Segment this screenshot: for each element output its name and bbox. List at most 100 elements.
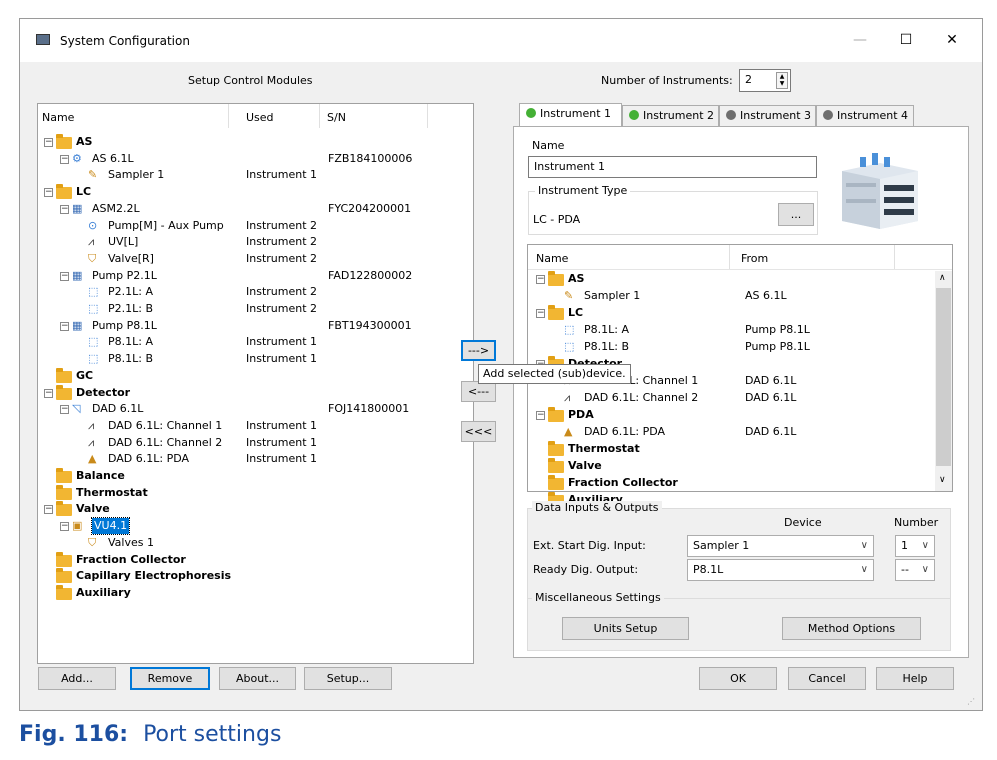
collapse-toggle-icon[interactable]: − [60, 271, 69, 281]
tree-row[interactable]: ⛉ Valves 1 [38, 535, 473, 551]
tree-row[interactable]: ⩘ DAD 6.1L: Channel 2 Instrument 1 [38, 435, 473, 451]
tree-row[interactable]: Capillary Electrophoresis [38, 568, 473, 584]
maximize-button[interactable]: ☐ [892, 29, 920, 51]
collapse-toggle-icon[interactable]: − [60, 405, 69, 415]
add-button[interactable]: Add... [38, 667, 116, 690]
tab-instrument-4[interactable]: Instrument 4 [816, 105, 914, 127]
tree-row[interactable]: − Detector [38, 384, 473, 401]
io-number-select[interactable]: 1 ∨ [895, 535, 935, 557]
tree-row[interactable]: − Valve [38, 501, 473, 517]
tree-row[interactable]: Thermostat [38, 484, 473, 501]
setup-control-modules-tree[interactable]: Name Used S/N − AS − ⚙ AS 6.1L FZB184100006 ✎ S… [37, 103, 474, 664]
collapse-toggle-icon[interactable]: − [60, 321, 69, 331]
tree-row[interactable]: ▲ DAD 6.1L: PDA DAD 6.1L [528, 424, 952, 440]
tree-row[interactable]: ✎ Sampler 1 AS 6.1L [528, 288, 952, 304]
tree-row[interactable]: GC [38, 367, 473, 384]
setup-button[interactable]: Setup... [304, 667, 392, 690]
tree-row[interactable]: − AS [528, 271, 952, 287]
title-bar: System Configuration — ☐ ✕ [20, 19, 982, 62]
tree-row[interactable]: ▲ DAD 6.1L: PDA Instrument 1 [38, 451, 473, 467]
collapse-toggle-icon[interactable]: − [60, 204, 69, 214]
collapse-toggle-icon[interactable]: − [536, 411, 545, 420]
remove-button[interactable]: Remove [130, 667, 210, 690]
tree-item-label: AS [568, 272, 585, 285]
tree-row[interactable]: − ⚙ AS 6.1L FZB184100006 [38, 151, 473, 167]
tree-row[interactable]: Fraction Collector [38, 551, 473, 568]
about-button[interactable]: About... [219, 667, 296, 690]
column-header-name[interactable]: Name [42, 111, 74, 124]
tree-row[interactable]: − ▣ VU4.1 [38, 517, 473, 536]
column-header-used[interactable]: Used [246, 111, 274, 124]
minimize-button[interactable]: — [846, 29, 874, 51]
tree-row[interactable]: ⩘ DAD 6.1L: Channel 2 DAD 6.1L [528, 390, 952, 406]
tree-row[interactable]: − ▦ Pump P8.1L FBT194300001 [38, 318, 473, 334]
spinner-arrows[interactable]: ▲ ▼ [776, 72, 788, 89]
io-number-value: -- [901, 563, 909, 576]
tree-row[interactable]: − ◹ DAD 6.1L FOJ141800001 [38, 401, 473, 417]
tree-item-label: Pump P8.1L [92, 318, 157, 332]
tab-label: Instrument 3 [740, 109, 812, 122]
tree-row[interactable]: ⩘ UV[L] Instrument 2 [38, 234, 473, 250]
tree-row[interactable]: ⛉ Valve[R] Instrument 2 [38, 251, 473, 267]
collapse-toggle-icon[interactable]: − [44, 388, 53, 398]
tab-instrument-1[interactable]: Instrument 1 [519, 103, 622, 127]
tree-row[interactable]: ⬚ P8.1L: A Pump P8.1L [528, 322, 952, 338]
scroll-thumb[interactable] [936, 288, 951, 466]
tree-column-header-name[interactable]: Name [536, 252, 568, 265]
instrument-type-browse-button[interactable]: ... [778, 203, 814, 226]
collapse-toggle-icon[interactable]: − [536, 275, 545, 284]
tree-row[interactable]: − AS [38, 134, 473, 150]
tree-row[interactable]: ⊙ Pump[M] - Aux Pump Instrument 2 [38, 218, 473, 234]
tree-row[interactable]: − ▦ Pump P2.1L FAD122800002 [38, 268, 473, 284]
tree-row[interactable]: Thermostat [528, 441, 952, 457]
units-setup-button[interactable]: Units Setup [562, 617, 689, 640]
method-options-button[interactable]: Method Options [782, 617, 921, 640]
collapse-toggle-icon[interactable]: − [44, 505, 53, 515]
tree-row[interactable]: Balance [38, 468, 473, 484]
help-button[interactable]: Help [876, 667, 954, 690]
close-button[interactable]: ✕ [938, 29, 966, 51]
add-device-button[interactable]: ---> [461, 340, 496, 361]
tree-row[interactable]: ⬚ P8.1L: B Instrument 1 [38, 351, 473, 367]
io-number-select[interactable]: -- ∨ [895, 559, 935, 581]
ok-button[interactable]: OK [699, 667, 777, 690]
from-cell: DAD 6.1L [745, 374, 797, 387]
column-header-sn[interactable]: S/N [327, 111, 346, 124]
resize-grip[interactable]: ⋰ [967, 697, 975, 706]
tree-scrollbar[interactable]: ∧ ∨ [935, 271, 952, 491]
tree-row[interactable]: Valve [528, 458, 952, 474]
scroll-up-arrow[interactable]: ∧ [939, 273, 946, 283]
tree-row[interactable]: ⬚ P8.1L: A Instrument 1 [38, 334, 473, 350]
serial-number-cell: FZB184100006 [328, 151, 413, 165]
collapse-toggle-icon[interactable]: − [44, 138, 53, 147]
tree-row[interactable]: − PDA [528, 407, 952, 423]
io-device-select[interactable]: P8.1L ∨ [687, 559, 874, 581]
tab-instrument-2[interactable]: Instrument 2 [622, 105, 719, 127]
scroll-down-arrow[interactable]: ∨ [939, 475, 946, 485]
tree-row[interactable]: ⩘ DAD 6.1L: Channel 1 Instrument 1 [38, 418, 473, 434]
remove-all-button[interactable]: <<< [461, 421, 496, 442]
tree-row[interactable]: ⬚ P8.1L: B Pump P8.1L [528, 339, 952, 355]
tree-row[interactable]: − LC [38, 184, 473, 200]
collapse-toggle-icon[interactable]: − [60, 154, 69, 164]
tree-item-label: Pump[M] - Aux Pump [108, 218, 224, 232]
collapse-toggle-icon[interactable]: − [60, 522, 69, 532]
number-of-instruments-spinner[interactable]: 2 ▲ ▼ [739, 69, 791, 92]
tab-instrument-3[interactable]: Instrument 3 [719, 105, 816, 127]
cancel-button[interactable]: Cancel [788, 667, 866, 690]
detector-channel-icon: ⩘ [564, 391, 571, 404]
tree-row[interactable]: − ▦ ASM2.2L FYC204200001 [38, 201, 473, 217]
tree-row[interactable]: Fraction Collector [528, 475, 952, 491]
remove-device-button[interactable]: <--- [461, 381, 496, 402]
tree-item-label: Valve[R] [108, 251, 154, 265]
collapse-toggle-icon[interactable]: − [536, 309, 545, 318]
tree-row[interactable]: ✎ Sampler 1 Instrument 1 [38, 167, 473, 183]
tree-row[interactable]: Auxiliary [38, 584, 473, 601]
tree-column-header-from[interactable]: From [741, 252, 768, 265]
tree-row[interactable]: − LC [528, 305, 952, 321]
io-device-select[interactable]: Sampler 1 ∨ [687, 535, 874, 557]
instrument-name-field[interactable]: Instrument 1 [528, 156, 817, 178]
tree-row[interactable]: ⬚ P2.1L: B Instrument 2 [38, 301, 473, 317]
collapse-toggle-icon[interactable]: − [44, 188, 53, 198]
tree-row[interactable]: ⬚ P2.1L: A Instrument 2 [38, 284, 473, 300]
